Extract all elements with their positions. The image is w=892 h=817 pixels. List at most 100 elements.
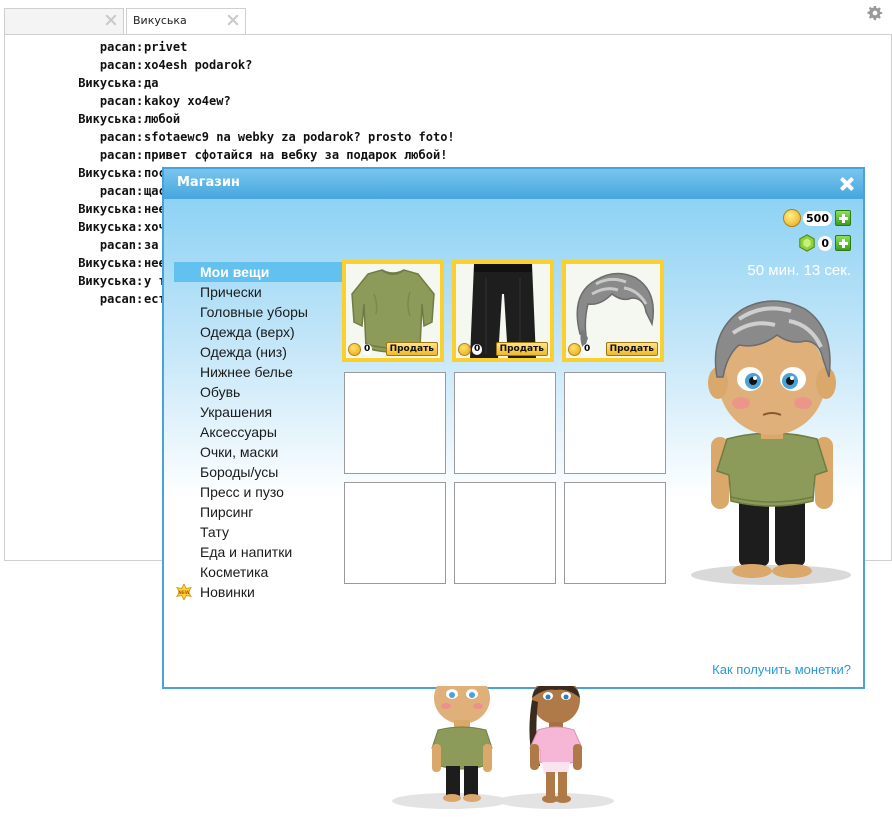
category-label: Одежда (верх) (200, 324, 295, 340)
nick-separator: : (136, 94, 144, 108)
category-label: Прически (200, 284, 262, 300)
category-label: Еда и напитки (200, 544, 293, 560)
message-text: привет сфотайся на вебку за подарок любо… (144, 148, 448, 162)
empty-item-slot[interactable] (344, 482, 446, 584)
category-label: Украшения (200, 404, 273, 420)
gear-icon[interactable] (864, 2, 886, 24)
nick-separator: : (136, 274, 144, 288)
chat-message: pacan: xo4esh podarok? (4, 56, 484, 74)
item-slot[interactable]: 0 Продать (342, 260, 444, 362)
nick-separator: : (136, 148, 144, 162)
message-nick: pacan (99, 148, 136, 162)
category-label: Пирсинг (200, 504, 254, 520)
message-nick: Викуська (78, 112, 136, 126)
message-text: xo4esh podarok? (144, 58, 253, 72)
item-price: 0 (568, 343, 593, 356)
nick-separator: : (136, 220, 144, 234)
item-price: 0 (458, 343, 483, 356)
gems-balance: 0 (798, 234, 851, 252)
category-list: Мои вещи Прически Головные уборы Одежда (ве… (174, 262, 342, 602)
close-icon[interactable] (839, 176, 855, 192)
nick-separator: : (136, 166, 144, 180)
message-nick: Викуська (78, 166, 136, 180)
category-item[interactable]: Косметика (174, 562, 342, 582)
gem-icon (799, 234, 816, 252)
chat-message: Викуська: любой (4, 110, 484, 128)
close-tab-icon[interactable] (225, 12, 241, 28)
category-item[interactable]: Прически (174, 282, 342, 302)
category-label: Косметика (200, 564, 269, 580)
nick-separator: : (136, 256, 144, 270)
price-value: 0 (362, 344, 373, 355)
chat-message: pacan: привет сфотайся на вебку за подаро… (4, 146, 484, 164)
category-item[interactable]: Одежда (верх) (174, 322, 342, 342)
add-gems-button[interactable] (835, 235, 851, 251)
message-nick: pacan (99, 40, 136, 54)
chat-message: pacan: kakoy xo4ew? (4, 92, 484, 110)
item-slot[interactable]: 0 Продать (562, 260, 664, 362)
empty-item-slot[interactable] (454, 372, 556, 474)
shop-title-bar: Магазин (164, 169, 863, 199)
new-badge-icon: NEW (176, 584, 192, 600)
category-item[interactable]: Головные уборы (174, 302, 342, 322)
chat-message: pacan: privet (4, 38, 484, 56)
sell-button[interactable]: Продать (495, 342, 548, 356)
item-slot[interactable]: 0 Продать (452, 260, 554, 362)
category-item[interactable]: Нижнее белье (174, 362, 342, 382)
category-item[interactable]: Одежда (низ) (174, 342, 342, 362)
empty-item-slot[interactable] (454, 482, 556, 584)
category-label: Одежда (низ) (200, 344, 287, 360)
how-to-get-coins-link[interactable]: Как получить монетки? (712, 662, 851, 677)
nick-separator: : (136, 292, 144, 306)
empty-item-slot[interactable] (344, 372, 446, 474)
tab-chat-1[interactable] (4, 8, 124, 34)
message-text: sfotaewc9 na webky za podarok? prosto fo… (144, 130, 455, 144)
empty-item-slot[interactable] (564, 482, 666, 584)
empty-item-slot[interactable] (564, 372, 666, 474)
category-item[interactable]: Бороды/усы (174, 462, 342, 482)
message-nick: pacan (99, 238, 136, 252)
category-label: Бороды/усы (200, 464, 279, 480)
message-text: kakoy xo4ew? (144, 94, 231, 108)
item-price: 0 (348, 343, 373, 356)
price-value: 0 (582, 344, 593, 355)
category-item[interactable]: Тату (174, 522, 342, 542)
category-label: Головные уборы (200, 304, 308, 320)
sell-button[interactable]: Продать (605, 342, 658, 356)
category-item[interactable]: Пирсинг (174, 502, 342, 522)
message-nick: pacan (99, 130, 136, 144)
gems-value: 0 (818, 235, 832, 251)
coins-value: 500 (803, 210, 832, 226)
category-item[interactable]: Аксессуары (174, 422, 342, 442)
category-item[interactable]: Украшения (174, 402, 342, 422)
category-item[interactable]: Очки, маски (174, 442, 342, 462)
nick-separator: : (136, 184, 144, 198)
tab-label: Викуська (133, 14, 187, 27)
message-nick: Викуська (78, 256, 136, 270)
coin-icon (783, 209, 802, 227)
category-item[interactable]: Обувь (174, 382, 342, 402)
nick-separator: : (136, 202, 144, 216)
category-item[interactable]: Мои вещи (174, 262, 342, 282)
coin-icon (568, 343, 581, 356)
category-label: Аксессуары (200, 424, 277, 440)
message-nick: Викуська (78, 220, 136, 234)
message-nick: Викуська (78, 76, 136, 90)
tab-chat-vikuska[interactable]: Викуська (126, 8, 246, 35)
nick-separator: : (136, 238, 144, 252)
shop-title: Магазин (177, 175, 240, 190)
category-item[interactable]: Пресс и пузо (174, 482, 342, 502)
message-nick: pacan (99, 184, 136, 198)
close-tab-icon[interactable] (103, 12, 119, 28)
tab-bar: Викуська (0, 0, 892, 35)
add-coins-button[interactable] (835, 210, 851, 226)
sell-button[interactable]: Продать (385, 342, 438, 356)
category-label: Пресс и пузо (200, 484, 284, 500)
category-label: Тату (200, 524, 229, 540)
message-text: да (144, 76, 159, 90)
message-nick: Викуська (78, 274, 136, 288)
category-item[interactable]: NEW Новинки (174, 582, 342, 602)
category-label: Нижнее белье (200, 364, 293, 380)
category-item[interactable]: Еда и напитки (174, 542, 342, 562)
boy-avatar (431, 686, 493, 802)
